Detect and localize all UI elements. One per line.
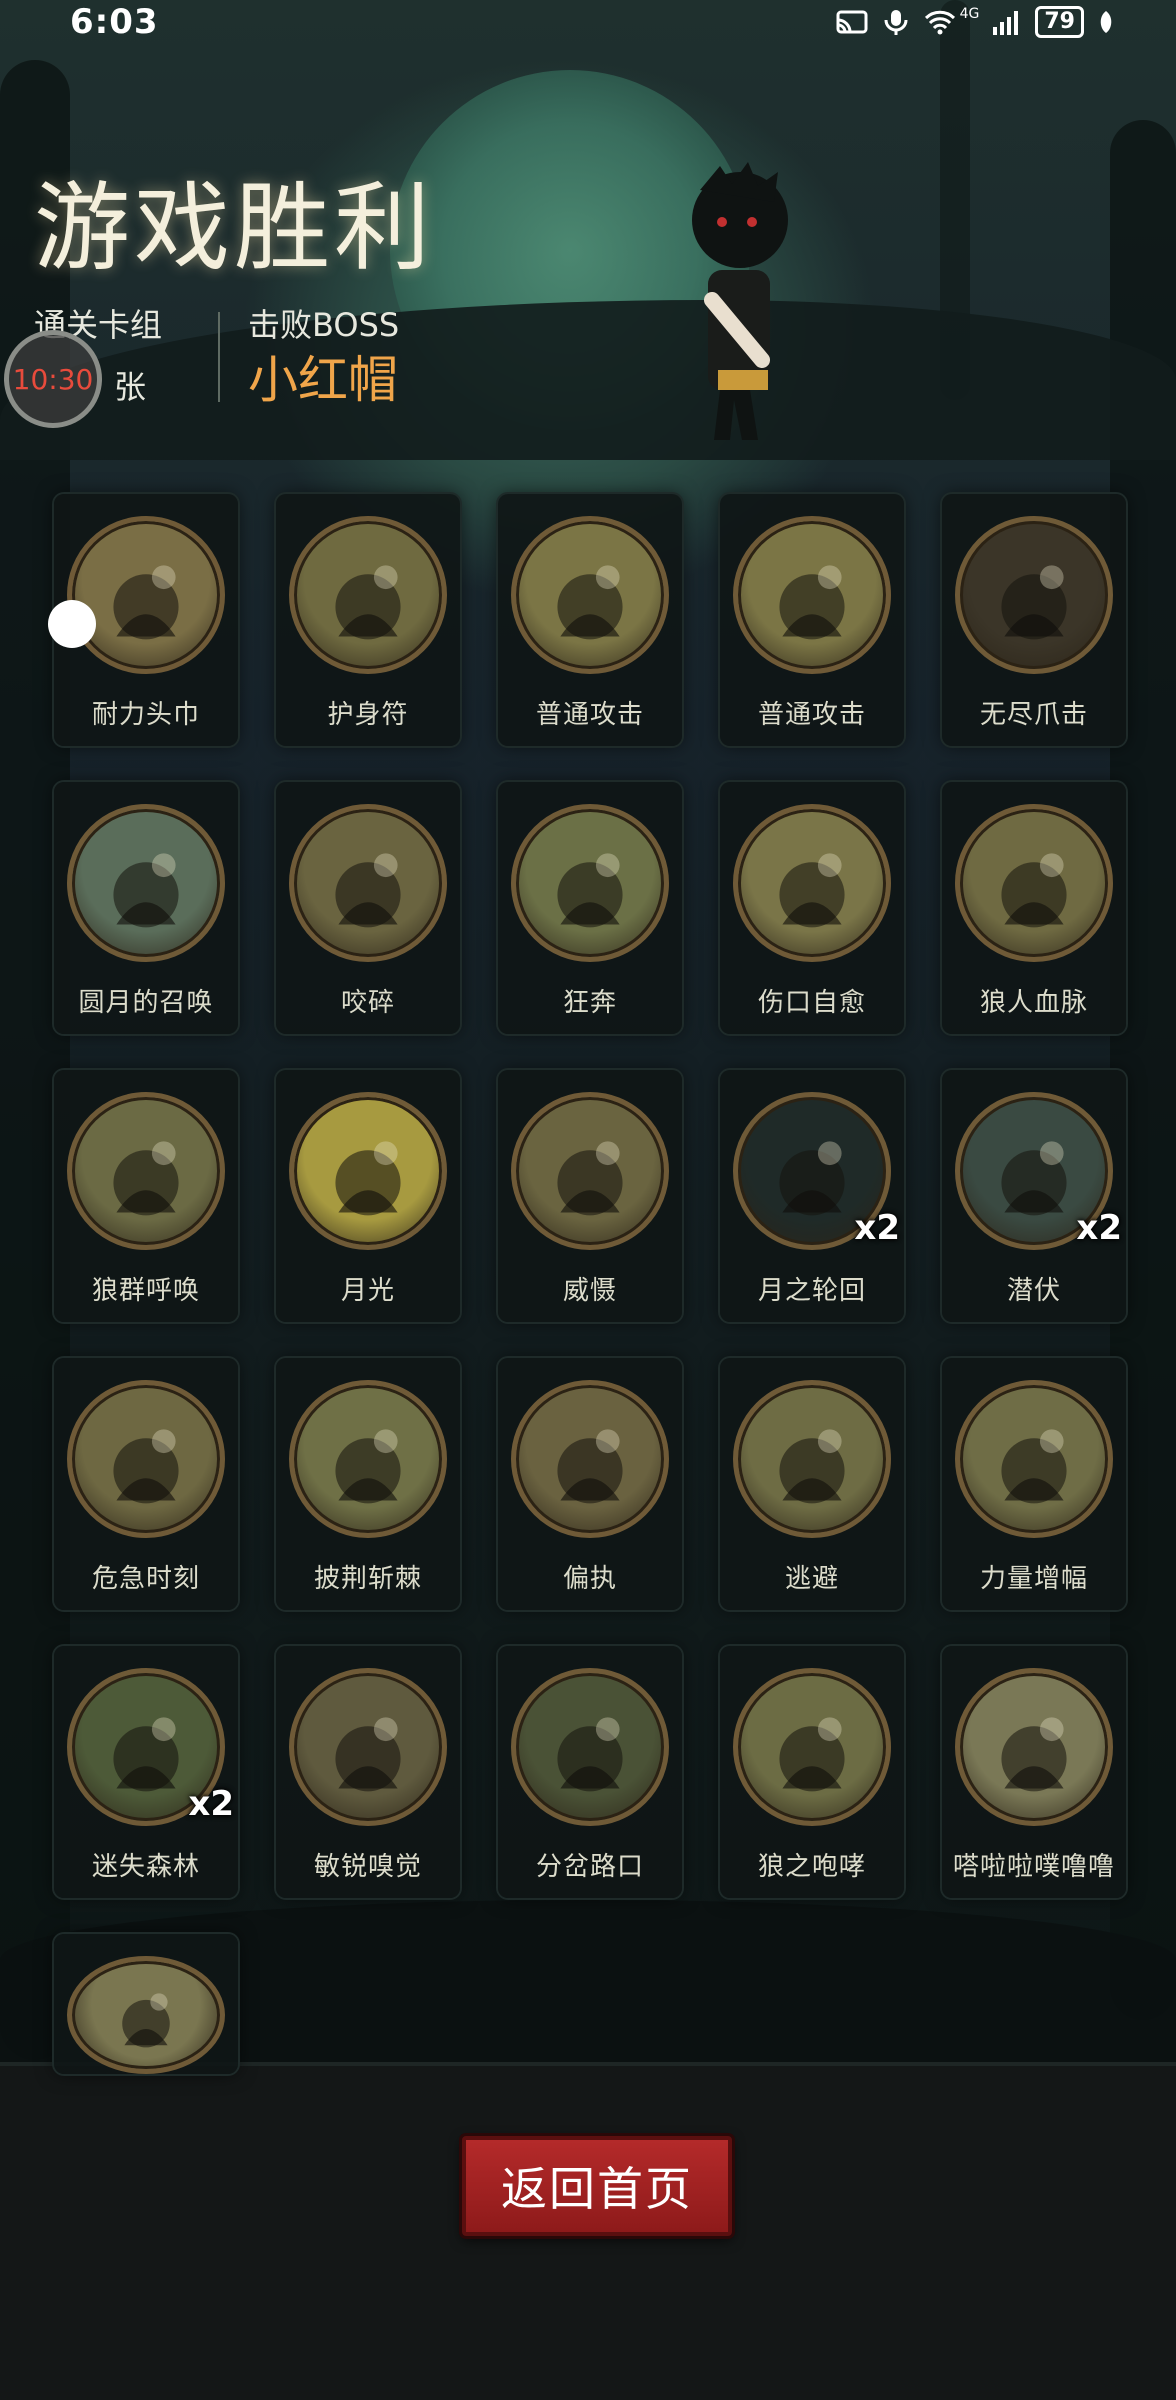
card-name: 狼群呼唤 [91, 1276, 200, 1306]
return-home-button[interactable]: 返回首页 [462, 2136, 732, 2236]
bite-icon [289, 804, 447, 962]
card-name: 迷失森林 [91, 1852, 200, 1882]
armored-girl-icon [67, 1956, 225, 2074]
robot-girl-icon [955, 1668, 1113, 1826]
deck-card[interactable]: x2 月之轮回 [720, 1070, 904, 1322]
full-moon-icon [67, 804, 225, 962]
deck-card-grid: 耐力头巾 护身符 普通攻击 普通攻击 无尽爪击圆月的召唤 咬碎 狂奔 伤口自愈 狼人血脉狼群呼唤… [54, 494, 1126, 2074]
card-name: 敏锐嗅觉 [313, 1852, 422, 1882]
card-name: 月光 [340, 1276, 395, 1306]
werewolf-hand-icon [955, 804, 1113, 962]
card-name: 伤口自愈 [757, 988, 866, 1018]
deck-card[interactable]: 月光 [276, 1070, 460, 1322]
cast-icon [836, 10, 868, 34]
deck-card[interactable]: 分岔路口 [498, 1646, 682, 1898]
deck-card[interactable]: 威慑 [498, 1070, 682, 1322]
deck-card[interactable]: 伤口自愈 [720, 782, 904, 1034]
battery-icon: 79 [1035, 6, 1084, 38]
card-name: 护身符 [327, 700, 409, 730]
leaf-icon [1100, 11, 1112, 33]
card-name: 分岔路口 [535, 1852, 644, 1882]
deck-card[interactable]: 咬碎 [276, 782, 460, 1034]
hill-decoration [0, 300, 1176, 460]
deck-card[interactable]: 护身符 [276, 494, 460, 746]
deck-card[interactable]: 狼人血脉 [942, 782, 1126, 1034]
card-name: 耐力头巾 [91, 700, 200, 730]
axe-slash-icon [733, 516, 891, 674]
card-name: 逃避 [784, 1564, 839, 1594]
deck-card[interactable]: 披荆斩棘 [276, 1358, 460, 1610]
deck-card[interactable] [54, 1934, 238, 2074]
deck-card[interactable]: 敏锐嗅觉 [276, 1646, 460, 1898]
card-name: 偏执 [562, 1564, 617, 1594]
card-name: 狼人血脉 [979, 988, 1088, 1018]
card-name: 力量增幅 [979, 1564, 1088, 1594]
cards-unit: 张 [114, 368, 147, 406]
deck-card[interactable]: 狼群呼唤 [54, 1070, 238, 1322]
card-count-badge: x2 [1076, 1208, 1122, 1248]
axe-slash-icon [511, 516, 669, 674]
card-name: 狂奔 [562, 988, 617, 1018]
deck-card[interactable]: 无尽爪击 [942, 494, 1126, 746]
card-count-badge: x2 [854, 1208, 900, 1248]
wolf-howl-icon [733, 1668, 891, 1826]
touch-indicator [48, 600, 96, 648]
victory-title: 游戏胜利 [34, 172, 434, 284]
thorn-axe-icon [289, 1380, 447, 1538]
deck-card[interactable]: 普通攻击 [720, 494, 904, 746]
status-bar: 6:03 4G 79 [0, 0, 1176, 44]
escape-icon [733, 1380, 891, 1538]
floating-timer[interactable]: 10:30 [4, 330, 102, 428]
deck-card[interactable]: 偏执 [498, 1358, 682, 1610]
bear-roar-icon [511, 1092, 669, 1250]
card-name: 威慑 [562, 1276, 617, 1306]
deck-card[interactable]: x2 迷失森林 [54, 1646, 238, 1898]
card-count-badge: x2 [188, 1784, 234, 1824]
deck-card[interactable]: 危急时刻 [54, 1358, 238, 1610]
keen-smell-icon [289, 1668, 447, 1826]
signal-icon [993, 11, 1019, 35]
log-lift-icon [955, 1380, 1113, 1538]
card-name: 普通攻击 [757, 700, 866, 730]
card-name: 危急时刻 [91, 1564, 200, 1594]
running-wolf-icon [511, 804, 669, 962]
deck-card[interactable]: 逃避 [720, 1358, 904, 1610]
mic-icon [884, 10, 908, 35]
deck-card[interactable]: 狂奔 [498, 782, 682, 1034]
boss-name: 小红帽 [248, 351, 398, 409]
moonlight-icon [289, 1092, 447, 1250]
card-name: 无尽爪击 [979, 700, 1088, 730]
card-name: 普通攻击 [535, 700, 644, 730]
card-name: 月之轮回 [757, 1276, 866, 1306]
deck-card[interactable]: x2 潜伏 [942, 1070, 1126, 1322]
deck-card[interactable]: 力量增幅 [942, 1358, 1126, 1610]
card-name: 圆月的召唤 [78, 988, 214, 1018]
deck-card[interactable]: 普通攻击 [498, 494, 682, 746]
wifi-icon [924, 10, 955, 35]
heal-wound-icon [733, 804, 891, 962]
deck-card[interactable]: 嗒啦啦噗噜噜 [942, 1646, 1126, 1898]
card-name: 咬碎 [340, 988, 395, 1018]
crossroad-icon [511, 1668, 669, 1826]
critical-moment-icon [67, 1380, 225, 1538]
amulet-icon [289, 516, 447, 674]
network-type: 4G [959, 6, 980, 22]
header-divider [218, 312, 220, 402]
boss-figure-icon [692, 162, 788, 440]
paranoia-icon [511, 1380, 669, 1538]
card-name: 狼之咆哮 [757, 1852, 866, 1882]
deck-card[interactable]: 圆月的召唤 [54, 782, 238, 1034]
deck-card[interactable]: 狼之咆哮 [720, 1646, 904, 1898]
card-name: 嗒啦啦噗噜噜 [952, 1852, 1115, 1882]
status-icons: 4G 79 [836, 6, 1116, 38]
status-time: 6:03 [70, 2, 159, 42]
card-name: 披荆斩棘 [313, 1564, 422, 1594]
wolf-pack-icon [67, 1092, 225, 1250]
bandana-icon [67, 516, 225, 674]
claw-icon [955, 516, 1113, 674]
card-name: 潜伏 [1006, 1276, 1061, 1306]
